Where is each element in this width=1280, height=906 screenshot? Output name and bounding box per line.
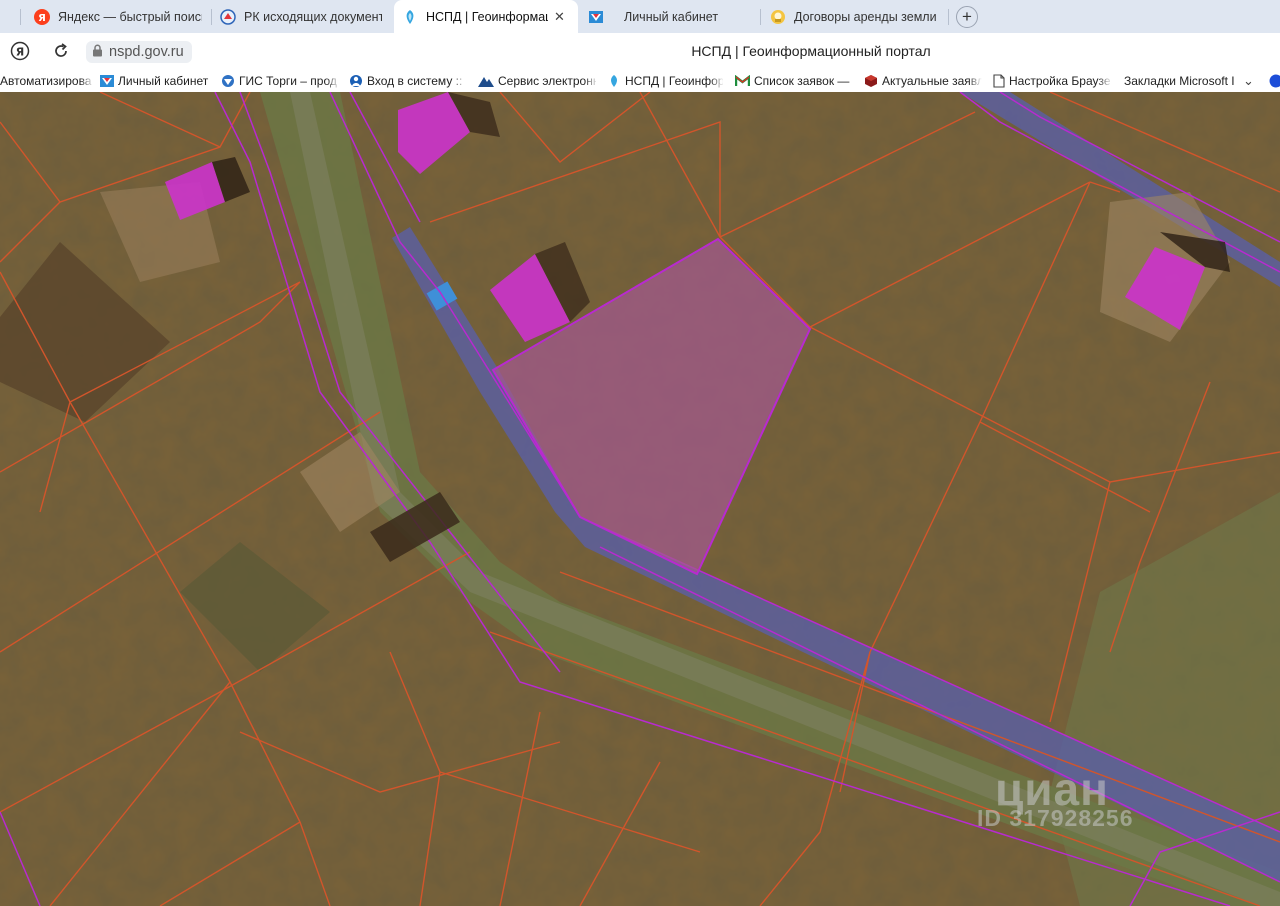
document-icon xyxy=(993,74,1005,88)
new-tab-button[interactable]: + xyxy=(956,6,978,28)
svg-text:Я: Я xyxy=(38,13,46,24)
tab-title: НСПД | Геоинформационный портал xyxy=(426,9,548,24)
tab-title: Личный кабинет xyxy=(624,9,719,24)
bookmark-item[interactable]: Вход в систему :: I xyxy=(349,70,465,92)
bookmark-item[interactable]: ГИС Торги – прод xyxy=(221,70,337,92)
tab-strip: Я Яндекс — быстрый поиск РК исходящих до… xyxy=(0,0,1280,33)
bookmark-label: Актуальные заявл xyxy=(882,74,982,88)
bookmark-fade xyxy=(1098,70,1112,92)
tab-yandex[interactable]: Я Яндекс — быстрый поиск xyxy=(26,0,210,33)
bookmark-label: НСПД | Геоинфор xyxy=(625,74,723,88)
bookmark-label: Автоматизирован xyxy=(0,74,92,88)
map-view[interactable]: циан ID 317928256 xyxy=(0,92,1280,906)
gosuslugi-icon xyxy=(588,9,604,25)
bookmark-label: Настройка Браузе xyxy=(1009,74,1111,88)
bookmark-fade xyxy=(326,70,340,92)
tab-lichny-kabinet[interactable]: Личный кабинет xyxy=(580,0,758,33)
gosuslugi-icon xyxy=(100,74,114,88)
bookmark-item[interactable]: Личный кабинет xyxy=(100,70,216,92)
bookmark-item[interactable]: Сервис электронн xyxy=(478,70,596,92)
bookmark-fade xyxy=(710,70,724,92)
bookmark-fade xyxy=(80,70,94,92)
bookmark-label: Закладки Microsoft I xyxy=(1124,74,1235,88)
bookmark-item[interactable]: Закладки Microsoft I xyxy=(1124,70,1240,92)
bookmark-item[interactable]: НСПД | Геоинфор xyxy=(607,70,723,92)
close-tab-icon[interactable]: ✕ xyxy=(554,9,565,25)
land-contract-icon xyxy=(770,9,786,25)
bookmarks-more-icon[interactable]: ⌄ xyxy=(1243,70,1257,92)
tab-title: РК исходящих документов xyxy=(244,9,382,24)
gmail-icon xyxy=(735,75,750,87)
bookmark-label: Список заявок — xyxy=(754,74,850,88)
tab-separator xyxy=(20,9,21,25)
bookmark-item[interactable]: Список заявок — xyxy=(735,70,853,92)
tab-separator xyxy=(948,9,949,25)
address-bar: Я nspd.gov.ru НСПД | Геоинформационный п… xyxy=(0,33,1280,70)
page-title: НСПД | Геоинформационный портал xyxy=(691,43,931,59)
bookmark-item[interactable]: Настройка Браузе xyxy=(993,70,1111,92)
tab-title: Договоры аренды земли xyxy=(794,9,937,24)
tab-nspd[interactable]: НСПД | Геоинформационный портал ✕ xyxy=(394,0,578,33)
tab-separator xyxy=(760,9,761,25)
bookmark-label: Личный кабинет xyxy=(118,74,209,88)
bookmark-label: Сервис электронн xyxy=(498,74,596,88)
watermark-id: ID 317928256 xyxy=(977,805,1134,831)
gis-torgi-icon xyxy=(221,74,235,88)
e-service-icon xyxy=(478,74,494,88)
bookmark-fade xyxy=(968,70,982,92)
bookmark-item[interactable]: Автоматизирован xyxy=(0,70,92,92)
pk-docs-icon xyxy=(220,8,236,25)
bookmark-label: Вход в систему :: I xyxy=(367,74,465,88)
bookmark-label: ГИС Торги – прод xyxy=(239,74,337,88)
nspd-icon xyxy=(607,74,621,88)
bookmarks-bar: Автоматизирован Личный кабинет ГИС Торги… xyxy=(0,70,1280,92)
tab-pk-documents[interactable]: РК исходящих документов xyxy=(212,0,390,33)
bookmark-fade xyxy=(452,70,466,92)
login-system-icon xyxy=(349,74,363,88)
yandex-icon: Я xyxy=(34,8,50,25)
cian-watermark: циан ID 317928256 xyxy=(965,762,1185,832)
bookmark-fade xyxy=(584,70,598,92)
profile-icon[interactable] xyxy=(1268,70,1280,92)
tab-land-contracts[interactable]: Договоры аренды земли xyxy=(762,0,946,33)
nspd-icon xyxy=(402,9,418,25)
cube-icon xyxy=(864,74,878,88)
tab-title: Яндекс — быстрый поиск xyxy=(58,9,202,24)
bookmark-item[interactable]: Актуальные заявл xyxy=(864,70,982,92)
